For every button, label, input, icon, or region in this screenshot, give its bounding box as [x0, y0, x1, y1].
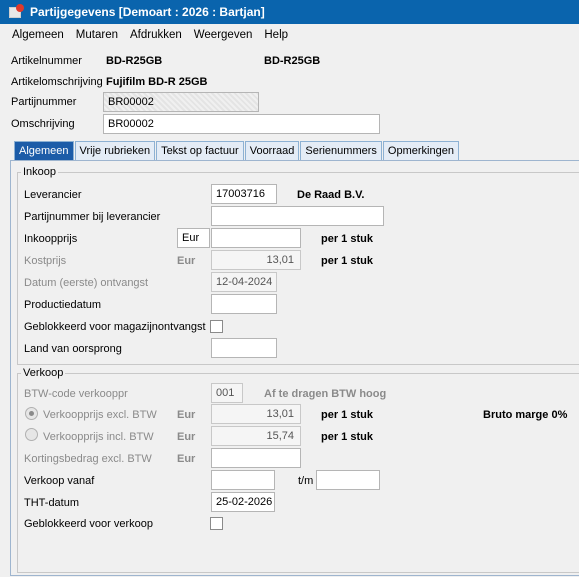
title-bar: Partijgegevens [Demoart : 2026 : Bartjan…: [0, 0, 579, 24]
verkoopprijs-excl-currency: Eur: [177, 409, 196, 421]
tab-strip: Algemeen Vrije rubrieken Tekst op factuu…: [14, 141, 460, 161]
productiedatum-field[interactable]: [211, 294, 277, 314]
window-title: Partijgegevens [Demoart : 2026 : Bartjan…: [30, 5, 265, 19]
kostprijs-unit: per 1 stuk: [321, 255, 373, 267]
kortingsbedrag-field[interactable]: [211, 448, 301, 468]
verkoopprijs-incl-unit: per 1 stuk: [321, 431, 373, 443]
leverancier-code-field[interactable]: 17003716: [211, 184, 277, 204]
productiedatum-label: Productiedatum: [24, 299, 102, 311]
datum-ontvangst-label: Datum (eerste) ontvangst: [24, 277, 149, 289]
verkoopprijs-incl-field: 15,74: [211, 426, 301, 446]
inkoopprijs-unit: per 1 stuk: [321, 233, 373, 245]
tab-serienummers[interactable]: Serienummers: [300, 141, 382, 161]
inkoopprijs-field[interactable]: [211, 228, 301, 248]
tab-voorraad[interactable]: Voorraad: [244, 141, 300, 161]
geblokkeerd-magazijn-label: Geblokkeerd voor magazijnontvangst: [24, 321, 206, 333]
verkoop-vanaf-field[interactable]: [211, 470, 275, 490]
tab-algemeen[interactable]: Algemeen: [14, 141, 74, 161]
verkoop-tm-field[interactable]: [316, 470, 380, 490]
partijnummer-field[interactable]: BR00002: [103, 92, 259, 112]
geblokkeerd-verkoop-label: Geblokkeerd voor verkoop: [24, 518, 154, 530]
verkoopprijs-excl-radio[interactable]: [25, 407, 38, 420]
kostprijs-label: Kostprijs: [24, 255, 67, 267]
menu-afdrukken[interactable]: Afdrukken: [124, 29, 188, 41]
artikelomschrijving-label: Artikelomschrijving: [11, 76, 103, 88]
btw-description: Af te dragen BTW hoog: [264, 388, 387, 400]
btw-code-field: 001: [211, 383, 243, 403]
verkoop-vanaf-label: Verkoop vanaf: [24, 475, 95, 487]
menu-help[interactable]: Help: [258, 29, 294, 41]
kortingsbedrag-currency: Eur: [177, 453, 196, 465]
kortingsbedrag-label: Kortingsbedrag excl. BTW: [24, 453, 152, 465]
verkoopprijs-excl-label: Verkoopprijs excl. BTW: [43, 409, 157, 421]
tht-datum-label: THT-datum: [24, 497, 80, 509]
artikelomschrijving-value: Fujifilm BD-R 25GB: [106, 76, 208, 88]
artikelnummer-label: Artikelnummer: [11, 55, 82, 67]
partijnummer-label: Partijnummer: [11, 96, 77, 108]
tab-tekst-op-factuur[interactable]: Tekst op factuur: [156, 141, 244, 161]
verkoopprijs-excl-unit: per 1 stuk: [321, 409, 373, 421]
verkoopprijs-incl-currency: Eur: [177, 431, 196, 443]
omschrijving-field[interactable]: BR00002: [103, 114, 380, 134]
kostprijs-field: 13,01: [211, 250, 301, 270]
artikelnummer-value-2: BD-R25GB: [264, 55, 321, 67]
bruto-marge: Bruto marge 0%: [483, 409, 568, 421]
menu-algemeen[interactable]: Algemeen: [6, 29, 70, 41]
datum-ontvangst-field: 12-04-2024: [211, 272, 277, 292]
leverancier-name: De Raad B.V.: [297, 189, 365, 201]
omschrijving-label: Omschrijving: [11, 118, 75, 130]
land-oorsprong-label: Land van oorsprong: [24, 343, 122, 355]
app-icon: [8, 4, 24, 20]
btw-code-label: BTW-code verkooppr: [24, 388, 128, 400]
verkoop-group: [17, 373, 579, 573]
verkoopprijs-incl-radio[interactable]: [25, 428, 38, 441]
menu-weergeven[interactable]: Weergeven: [188, 29, 259, 41]
geblokkeerd-magazijn-checkbox[interactable]: [210, 320, 223, 333]
tht-datum-field[interactable]: 25-02-2026: [211, 492, 275, 512]
artikelnummer-value: BD-R25GB: [106, 55, 163, 67]
inkoop-title: Inkoop: [21, 166, 59, 178]
kostprijs-currency: Eur: [177, 255, 196, 267]
verkoop-tm-label: t/m: [298, 475, 314, 487]
verkoop-title: Verkoop: [21, 367, 66, 379]
partijnummer-lev-label: Partijnummer bij leverancier: [24, 211, 161, 223]
tab-vrije-rubrieken[interactable]: Vrije rubrieken: [74, 141, 156, 161]
inkoopprijs-currency-field[interactable]: Eur: [177, 228, 210, 248]
menu-muteren[interactable]: Mutaren: [70, 29, 124, 41]
geblokkeerd-verkoop-checkbox[interactable]: [210, 517, 223, 530]
verkoopprijs-incl-label: Verkoopprijs incl. BTW: [43, 431, 154, 443]
inkoopprijs-label: Inkoopprijs: [24, 233, 78, 245]
menu-bar: Algemeen Mutaren Afdrukken Weergeven Hel…: [0, 24, 579, 46]
leverancier-label: Leverancier: [24, 189, 82, 201]
verkoopprijs-excl-field: 13,01: [211, 404, 301, 424]
partijnummer-lev-field[interactable]: [211, 206, 384, 226]
land-oorsprong-field[interactable]: [211, 338, 277, 358]
tab-opmerkingen[interactable]: Opmerkingen: [382, 141, 459, 161]
